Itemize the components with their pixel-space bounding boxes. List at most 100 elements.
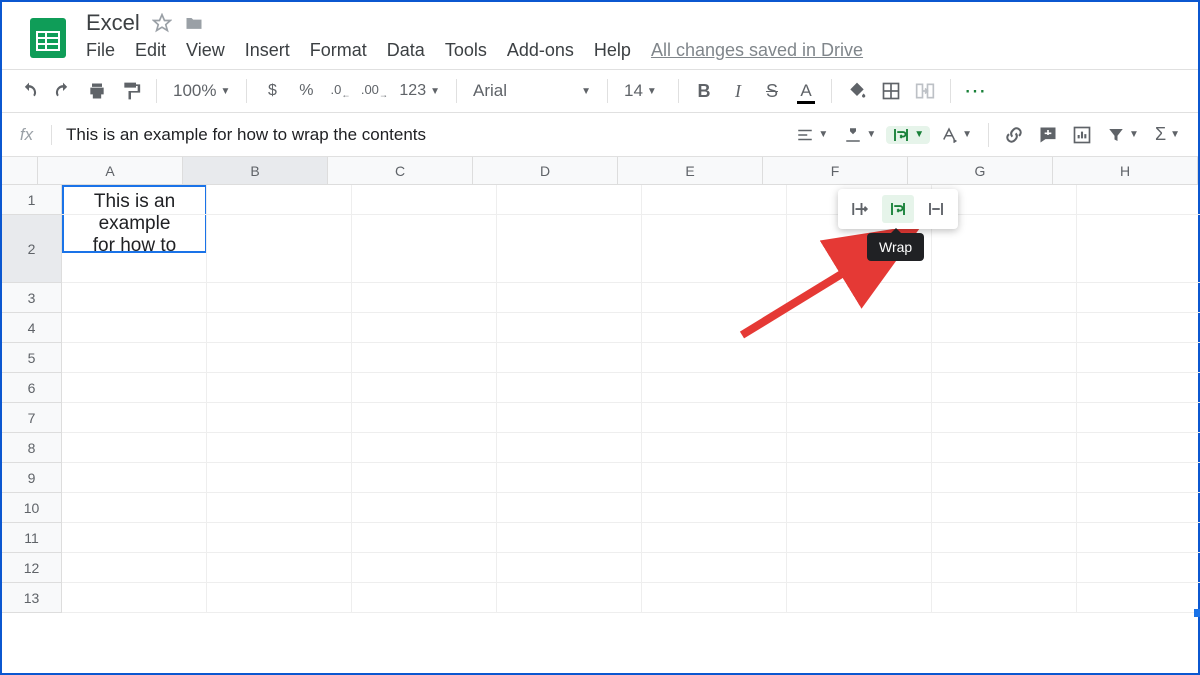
cell[interactable] <box>787 463 932 493</box>
cell[interactable] <box>207 493 352 523</box>
cell[interactable] <box>1077 185 1200 215</box>
row-header-11[interactable]: 11 <box>2 523 62 553</box>
fill-color-button[interactable] <box>842 76 872 106</box>
cell[interactable] <box>497 523 642 553</box>
cell[interactable] <box>497 283 642 313</box>
cell[interactable] <box>932 313 1077 343</box>
cell[interactable] <box>352 583 497 613</box>
currency-button[interactable]: $ <box>257 76 287 106</box>
cell[interactable] <box>497 215 642 283</box>
text-wrap-dropdown[interactable]: ▼ <box>886 126 930 144</box>
font-family-dropdown[interactable]: Arial▼ <box>467 81 597 101</box>
row-header-13[interactable]: 13 <box>2 583 62 613</box>
insert-comment-button[interactable] <box>1033 120 1063 150</box>
cell[interactable] <box>62 313 207 343</box>
cell[interactable] <box>62 493 207 523</box>
cell[interactable] <box>62 433 207 463</box>
row-header-5[interactable]: 5 <box>2 343 62 373</box>
cell[interactable] <box>497 463 642 493</box>
menu-help[interactable]: Help <box>594 40 631 61</box>
cell[interactable] <box>497 583 642 613</box>
cell[interactable] <box>352 523 497 553</box>
cell[interactable] <box>497 553 642 583</box>
cell[interactable] <box>497 493 642 523</box>
menu-addons[interactable]: Add-ons <box>507 40 574 61</box>
cell[interactable] <box>787 493 932 523</box>
menu-edit[interactable]: Edit <box>135 40 166 61</box>
column-header-D[interactable]: D <box>473 157 618 185</box>
redo-button[interactable] <box>48 76 78 106</box>
horizontal-align-dropdown[interactable]: ▼ <box>790 126 834 144</box>
cell[interactable] <box>352 373 497 403</box>
cell[interactable] <box>1077 553 1200 583</box>
column-header-A[interactable]: A <box>38 157 183 185</box>
cell[interactable] <box>642 553 787 583</box>
cell[interactable] <box>932 583 1077 613</box>
cell[interactable] <box>787 343 932 373</box>
cell[interactable] <box>787 553 932 583</box>
text-color-button[interactable]: A <box>791 76 821 106</box>
paint-format-button[interactable] <box>116 76 146 106</box>
column-header-G[interactable]: G <box>908 157 1053 185</box>
menu-data[interactable]: Data <box>387 40 425 61</box>
save-status[interactable]: All changes saved in Drive <box>651 40 863 61</box>
cell[interactable] <box>207 215 352 283</box>
cell[interactable] <box>352 493 497 523</box>
cell[interactable] <box>62 463 207 493</box>
row-header-9[interactable]: 9 <box>2 463 62 493</box>
cell[interactable] <box>932 493 1077 523</box>
cell[interactable] <box>1077 493 1200 523</box>
undo-button[interactable] <box>14 76 44 106</box>
borders-button[interactable] <box>876 76 906 106</box>
cell[interactable] <box>62 283 207 313</box>
cell[interactable] <box>207 343 352 373</box>
cell[interactable] <box>62 373 207 403</box>
strikethrough-button[interactable]: S <box>757 76 787 106</box>
insert-chart-button[interactable] <box>1067 120 1097 150</box>
cell[interactable] <box>352 403 497 433</box>
merge-cells-button[interactable] <box>910 76 940 106</box>
cell[interactable] <box>642 343 787 373</box>
row-header-6[interactable]: 6 <box>2 373 62 403</box>
cell[interactable] <box>1077 463 1200 493</box>
clip-option[interactable] <box>920 195 952 223</box>
cell[interactable] <box>932 343 1077 373</box>
wrap-option[interactable] <box>882 195 914 223</box>
cell[interactable] <box>642 403 787 433</box>
cell[interactable] <box>207 553 352 583</box>
cell[interactable] <box>352 283 497 313</box>
cell[interactable] <box>642 523 787 553</box>
cell[interactable] <box>62 343 207 373</box>
cell[interactable] <box>642 463 787 493</box>
cell[interactable] <box>642 493 787 523</box>
cell[interactable] <box>62 523 207 553</box>
column-header-E[interactable]: E <box>618 157 763 185</box>
cell[interactable] <box>352 185 497 215</box>
cell[interactable] <box>642 433 787 463</box>
cell[interactable] <box>207 403 352 433</box>
cell[interactable] <box>62 215 207 283</box>
cell[interactable] <box>207 583 352 613</box>
cell[interactable] <box>1077 343 1200 373</box>
cell[interactable] <box>207 463 352 493</box>
row-header-3[interactable]: 3 <box>2 283 62 313</box>
cell[interactable] <box>62 583 207 613</box>
font-size-dropdown[interactable]: 14▼ <box>618 81 668 101</box>
italic-button[interactable]: I <box>723 76 753 106</box>
cell[interactable] <box>497 373 642 403</box>
row-header-10[interactable]: 10 <box>2 493 62 523</box>
select-all-corner[interactable] <box>2 157 38 185</box>
cell[interactable] <box>1077 403 1200 433</box>
cell[interactable] <box>787 583 932 613</box>
formula-input[interactable]: This is an example for how to wrap the c… <box>52 125 790 145</box>
cell[interactable] <box>207 433 352 463</box>
cell[interactable] <box>207 373 352 403</box>
cell[interactable] <box>1077 583 1200 613</box>
cell[interactable] <box>932 283 1077 313</box>
column-header-C[interactable]: C <box>328 157 473 185</box>
insert-link-button[interactable] <box>999 120 1029 150</box>
functions-dropdown[interactable]: Σ▼ <box>1149 124 1186 145</box>
cells-area[interactable]: Wrap This is anexamplefor how to <box>62 185 1198 613</box>
cell[interactable] <box>207 523 352 553</box>
cell[interactable] <box>62 185 207 215</box>
